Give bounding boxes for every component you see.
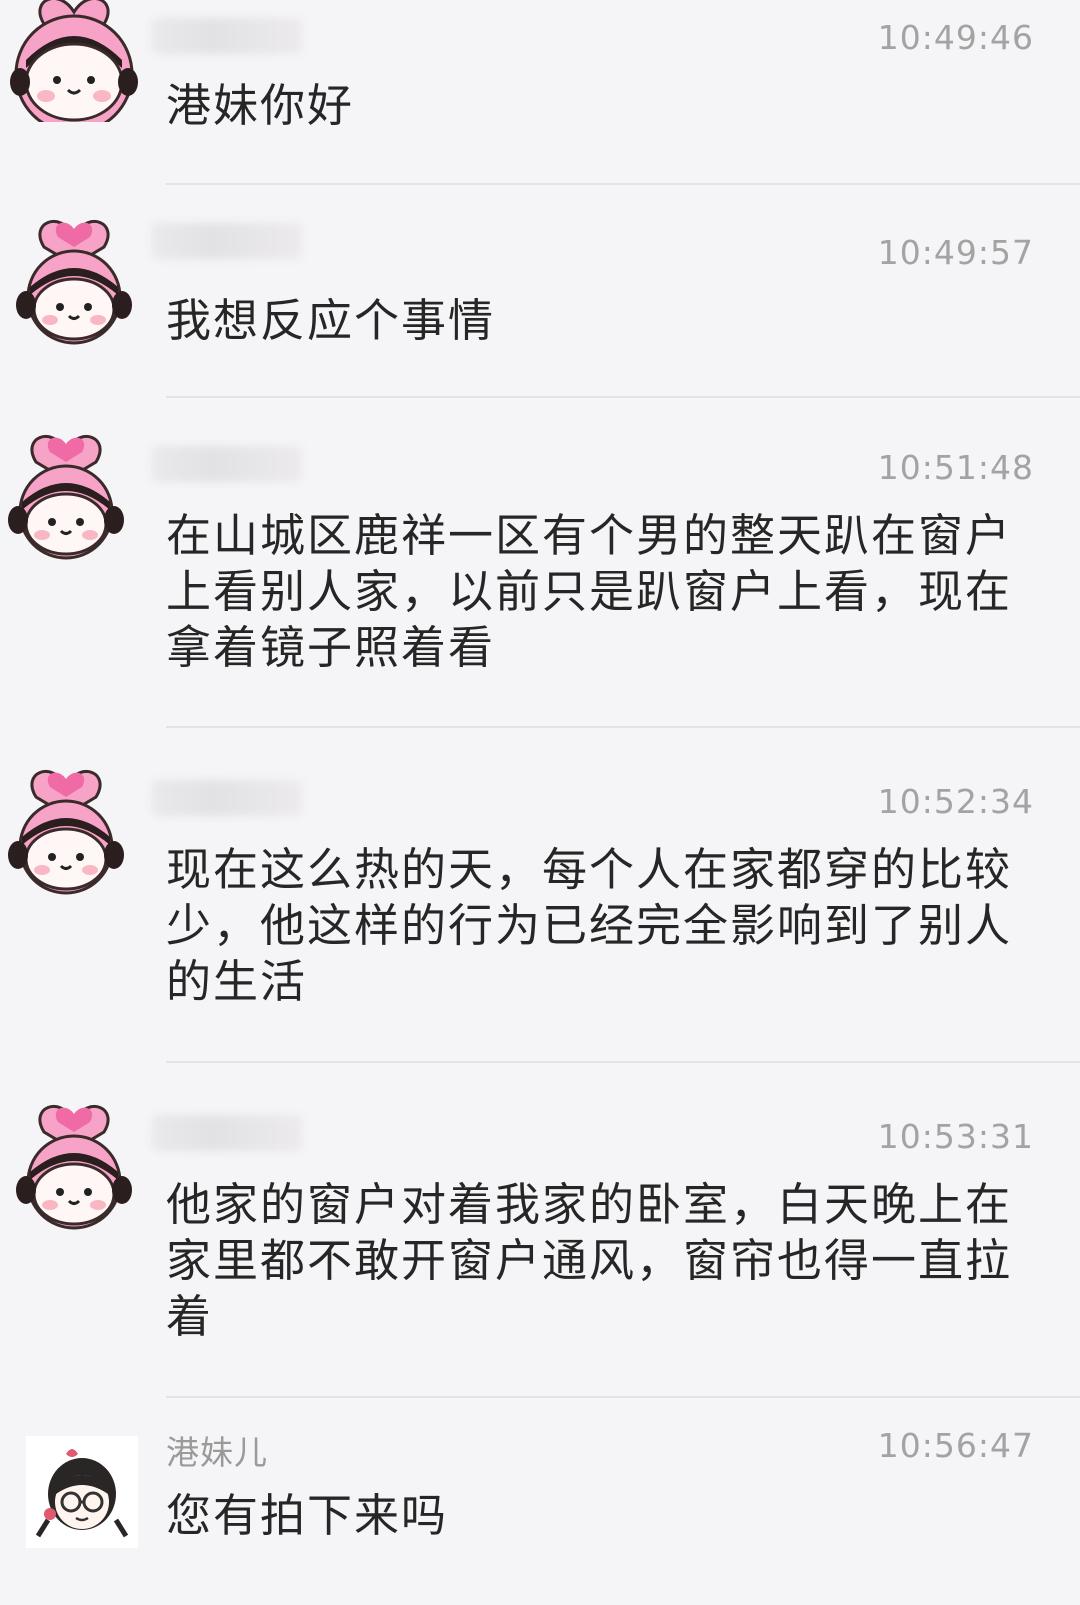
sender-name-blurred [152,446,302,482]
message-time: 10:49:46 [877,18,1034,57]
sender-name-blurred [152,780,302,816]
message-time: 10:49:57 [877,233,1034,272]
user-avatar-icon[interactable] [0,420,136,560]
message-text: 他家的窗户对着我家的卧室，白天晚上在家里都不敢开窗户通风，窗帘也得一直拉着 [166,1178,1013,1343]
divider [166,1396,1080,1398]
message-time: 10:53:31 [877,1117,1034,1156]
user-avatar-icon[interactable] [4,205,144,345]
agent-avatar-icon[interactable] [26,1436,138,1548]
message-item[interactable]: 10:49:46 港妹你好 [0,0,1080,185]
message-item[interactable]: 港妹儿 10:56:47 您有拍下来吗 [0,1400,1080,1605]
sender-name-blurred [152,223,302,259]
message-time: 10:56:47 [877,1426,1034,1465]
message-item[interactable]: 10:52:34 现在这么热的天，每个人在家都穿的比较少，他这样的行为已经完全影… [0,730,1080,1065]
message-item[interactable]: 10:51:48 在山城区鹿祥一区有个男的整天趴在窗户上看别人家，以前只是趴窗户… [0,400,1080,730]
divider [166,726,1080,728]
message-time: 10:51:48 [877,448,1034,487]
user-avatar-icon[interactable] [4,1090,144,1230]
message-text: 我想反应个事情 [166,294,496,347]
sender-name-blurred [152,1115,302,1151]
message-time: 10:52:34 [877,782,1034,821]
divider [166,1061,1080,1063]
message-text: 现在这么热的天，每个人在家都穿的比较少，他这样的行为已经完全影响到了别人的生活 [166,843,1013,1008]
sender-name-blurred [152,18,302,54]
message-text: 在山城区鹿祥一区有个男的整天趴在窗户上看别人家，以前只是趴窗户上看，现在拿着镜子… [166,509,1013,674]
message-text: 您有拍下来吗 [166,1489,449,1542]
user-avatar-icon[interactable] [0,755,136,895]
sender-name: 港妹儿 [166,1433,268,1472]
message-item[interactable]: 10:53:31 他家的窗户对着我家的卧室，白天晚上在家里都不敢开窗户通风，窗帘… [0,1065,1080,1400]
user-avatar-icon[interactable] [4,0,144,122]
message-item[interactable]: 10:49:57 我想反应个事情 [0,185,1080,400]
divider [166,396,1080,398]
message-text: 港妹你好 [166,79,355,132]
